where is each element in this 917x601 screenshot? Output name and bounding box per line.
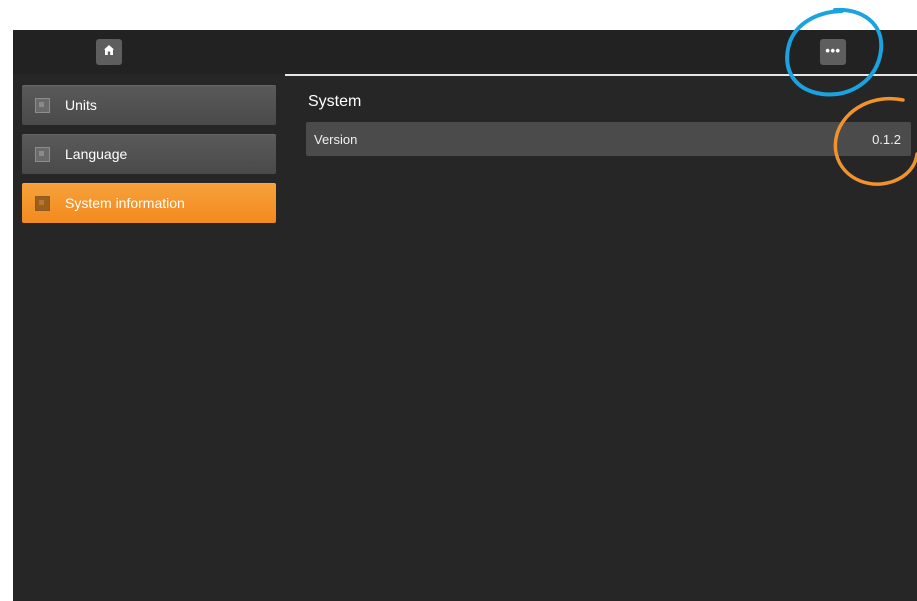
- version-value: 0.1.2: [872, 131, 901, 147]
- version-row: Version 0.1.2: [306, 122, 911, 156]
- sidebar-item-units[interactable]: Units: [22, 85, 276, 125]
- more-options-button[interactable]: •••: [820, 39, 846, 65]
- sidebar-item-system-information[interactable]: System information: [22, 183, 276, 223]
- more-icon: •••: [825, 42, 841, 58]
- section-title: System: [308, 93, 362, 110]
- settings-item-icon: [35, 146, 50, 162]
- sidebar-item-label: Language: [65, 146, 128, 162]
- top-bar: •••: [13, 30, 917, 74]
- home-icon: [103, 43, 115, 61]
- settings-sidebar: Units Language System information: [22, 85, 276, 232]
- main-content: System Version 0.1.2: [306, 90, 911, 156]
- sidebar-item-label: Units: [65, 97, 97, 113]
- header-divider: [285, 74, 917, 76]
- sidebar-item-label: System information: [65, 195, 185, 211]
- settings-item-icon: [35, 97, 50, 113]
- app-screen: ••• Units Language System information Sy…: [13, 30, 917, 601]
- sidebar-item-language[interactable]: Language: [22, 134, 276, 174]
- home-button[interactable]: [96, 39, 122, 65]
- settings-item-icon: [35, 195, 50, 211]
- version-label: Version: [314, 131, 358, 147]
